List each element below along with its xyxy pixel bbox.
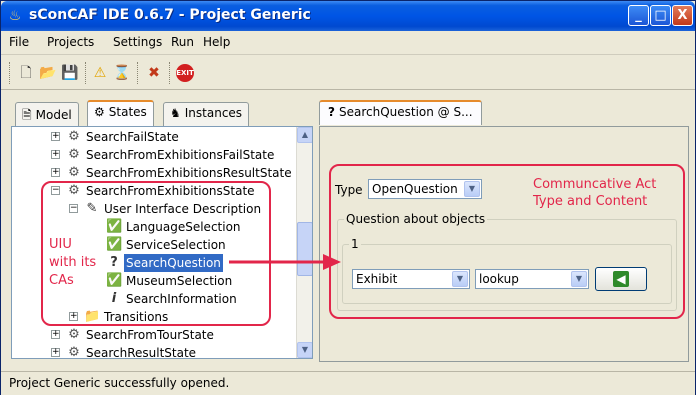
window-title: sConCAF IDE 0.6.7 - Project Generic [29, 7, 311, 23]
tab-states[interactable]: ⚙ States [87, 100, 154, 127]
gears-icon: ⚙ [68, 165, 80, 180]
gears-icon: ⚙ [68, 129, 80, 144]
annotation-uiu-line1: UIU [49, 237, 72, 252]
question-icon: ? [328, 105, 335, 119]
app-window: ♨ sConCAF IDE 0.6.7 - Project Generic _ … [0, 0, 696, 395]
arrow-left-icon: ◀ [613, 271, 629, 287]
expander-toggle[interactable]: + [51, 132, 60, 141]
tree-row[interactable]: + ⚙ SearchResultState [12, 344, 292, 359]
action-select[interactable]: lookup ▼ [475, 269, 589, 289]
new-file-icon[interactable]: 🗋 [17, 64, 35, 82]
menu-help[interactable]: Help [203, 35, 230, 49]
tree-row[interactable]: + ⚙ SearchFromExhibitionsResultState [12, 164, 292, 182]
tree-label: SearchResultState [86, 346, 197, 359]
tree-label: SearchFromExhibitionsResultState [86, 166, 292, 180]
toolbar-grip [9, 62, 11, 84]
tree-row[interactable]: + ⚙ SearchFromExhibitionsFailState [12, 146, 292, 164]
menu-file[interactable]: File [9, 35, 29, 49]
tab-instances[interactable]: ♞ Instances [163, 102, 250, 126]
type-label: Type [335, 183, 363, 197]
java-cup-icon: ♨ [8, 8, 22, 24]
warning-icon[interactable]: ⚠ [91, 64, 109, 82]
gears-icon: ⚙ [68, 345, 80, 359]
menu-run[interactable]: Run [171, 35, 194, 49]
toolbar-separator [137, 62, 139, 84]
subgroup-title: 1 [349, 237, 361, 251]
tree-row[interactable]: + ⚙ SearchFailState [12, 128, 292, 146]
title-bar[interactable]: ♨ sConCAF IDE 0.6.7 - Project Generic _ … [1, 1, 695, 31]
menu-bar: File Projects Settings Run Help [1, 31, 695, 55]
status-bar: Project Generic successfully opened. [1, 371, 695, 395]
tree-row[interactable]: + ⚙ SearchFromTourState [12, 326, 292, 344]
annotation-uiu-line2: with its [49, 255, 97, 270]
object-select[interactable]: Exhibit ▼ [352, 269, 470, 289]
close-button[interactable]: X [672, 5, 693, 26]
submit-button[interactable]: ◀ [595, 267, 647, 291]
hourglass-icon[interactable]: ⌛ [113, 64, 131, 82]
tab-model[interactable]: 🗎 Model [15, 102, 79, 126]
chevron-down-icon[interactable]: ▼ [571, 271, 587, 287]
tree-scrollbar[interactable]: ▲ ▼ [296, 127, 312, 358]
expander-toggle[interactable]: + [51, 168, 60, 177]
annotation-uiu-line3: CAs [49, 273, 74, 288]
expander-toggle[interactable]: + [51, 330, 60, 339]
status-message: Project Generic successfully opened. [9, 376, 230, 390]
tree-label: SearchFromExhibitionsFailState [86, 148, 275, 162]
minimize-button[interactable]: _ [628, 5, 649, 26]
open-folder-icon[interactable]: 📂 [39, 64, 57, 82]
exit-icon[interactable]: EXIT [176, 64, 194, 82]
groupbox-title: Question about objects [344, 212, 488, 226]
scroll-down-button[interactable]: ▼ [297, 342, 312, 358]
instances-icon: ♞ [170, 106, 181, 120]
menu-projects[interactable]: Projects [47, 35, 94, 49]
scroll-thumb[interactable] [297, 222, 312, 276]
chevron-down-icon[interactable]: ▼ [452, 271, 468, 287]
uiu-annotation-box [41, 181, 271, 326]
toolbar-separator [169, 62, 171, 84]
gears-icon: ⚙ [68, 327, 80, 342]
annotation-ca-line1: Communcative Act [533, 177, 657, 192]
scroll-up-button[interactable]: ▲ [297, 127, 312, 143]
maximize-button[interactable]: □ [650, 5, 671, 26]
tree-label: SearchFromTourState [86, 328, 214, 342]
toolbar-separator [85, 62, 87, 84]
tree-label: SearchFailState [86, 130, 179, 144]
save-icon[interactable]: 💾 [61, 64, 79, 82]
gears-icon: ⚙ [68, 147, 80, 162]
annotation-ca-line2: Type and Content [533, 194, 648, 209]
type-select[interactable]: OpenQuestion ▼ [368, 179, 482, 199]
delete-icon[interactable]: ✖ [145, 64, 163, 82]
menu-settings[interactable]: Settings [113, 35, 162, 49]
toolbar: 🗋 📂 💾 ⚠ ⌛ ✖ EXIT [1, 56, 695, 90]
chevron-down-icon[interactable]: ▼ [464, 181, 480, 197]
expander-toggle[interactable]: + [51, 150, 60, 159]
expander-toggle[interactable]: + [51, 348, 60, 357]
states-icon: ⚙ [94, 105, 105, 119]
model-icon: 🗎 [22, 108, 32, 122]
tab-search-question[interactable]: ? SearchQuestion @ S... [319, 100, 482, 125]
